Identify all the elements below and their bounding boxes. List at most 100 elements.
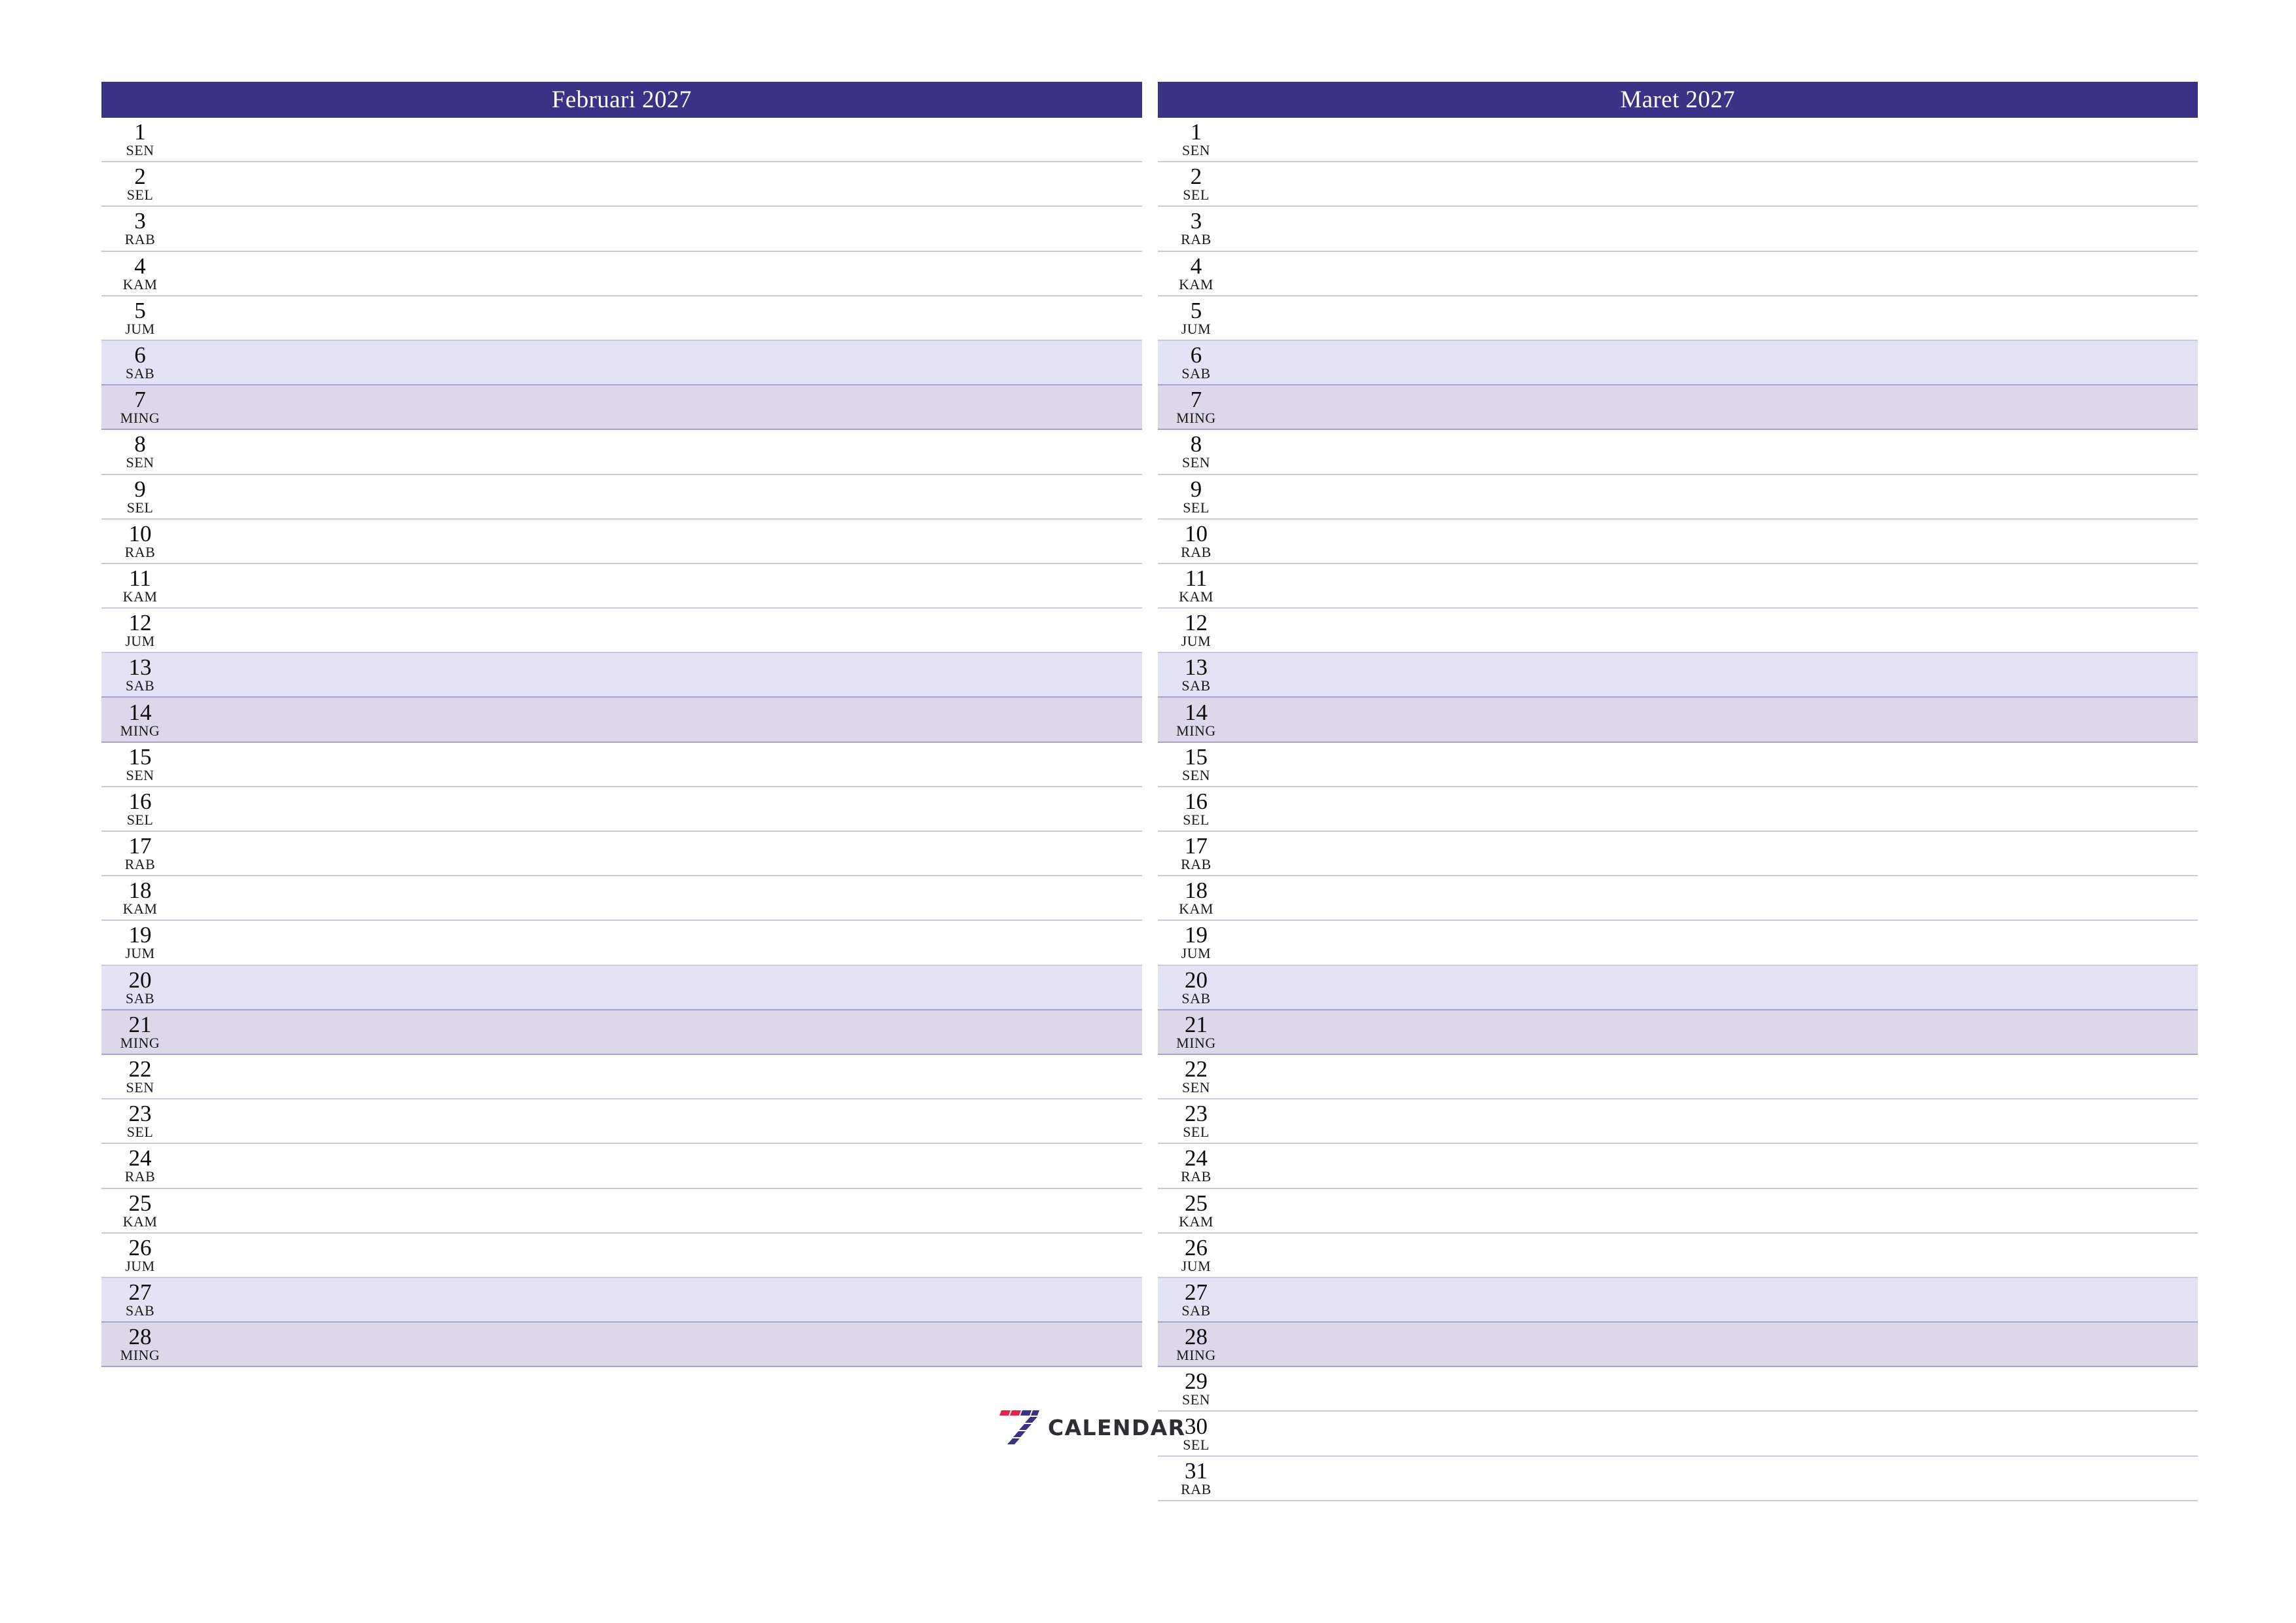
day-note-area[interactable] [179,341,1142,384]
day-note-area[interactable] [179,520,1142,563]
day-row[interactable]: 6 SAB [101,340,1142,386]
day-note-area[interactable] [179,296,1142,340]
day-note-area[interactable] [1235,966,2198,1009]
day-row[interactable]: 25 KAM [101,1188,1142,1234]
day-row[interactable]: 12 JUM [1157,609,2198,654]
day-row[interactable]: 1 SEN [101,118,1142,163]
day-note-area[interactable] [1235,252,2198,295]
day-note-area[interactable] [1235,876,2198,919]
day-note-area[interactable] [1235,296,2198,340]
day-row[interactable]: 31 RAB [1157,1456,2198,1501]
day-note-area[interactable] [179,921,1142,964]
day-note-area[interactable] [179,743,1142,786]
day-note-area[interactable] [179,207,1142,250]
day-row[interactable]: 13 SAB [101,653,1142,698]
day-note-area[interactable] [1235,787,2198,830]
day-note-area[interactable] [179,609,1142,652]
day-row[interactable]: 5 JUM [101,296,1142,341]
day-row[interactable]: 13 SAB [1157,653,2198,698]
day-note-area[interactable] [1235,385,2198,429]
day-note-area[interactable] [1235,564,2198,607]
day-note-area[interactable] [179,564,1142,607]
day-row[interactable]: 17 RAB [1157,832,2198,877]
day-note-area[interactable] [179,698,1142,741]
day-row[interactable]: 27 SAB [101,1277,1142,1323]
day-row[interactable]: 16 SEL [1157,787,2198,832]
day-row[interactable]: 2 SEL [101,162,1142,207]
day-note-area[interactable] [179,653,1142,696]
day-row[interactable]: 7 MING [101,385,1142,431]
day-note-area[interactable] [179,430,1142,473]
day-note-area[interactable] [1235,341,2198,384]
day-note-area[interactable] [1235,1412,2198,1455]
day-note-area[interactable] [1235,475,2198,518]
day-row[interactable]: 19 JUM [101,921,1142,966]
day-note-area[interactable] [1235,1234,2198,1277]
day-note-area[interactable] [1235,520,2198,563]
day-row[interactable]: 22 SEN [1157,1054,2198,1100]
day-note-area[interactable] [1235,162,2198,205]
day-note-area[interactable] [1235,1457,2198,1500]
day-note-area[interactable] [1235,1099,2198,1143]
day-row[interactable]: 1 SEN [1157,118,2198,163]
day-note-area[interactable] [1235,1010,2198,1054]
day-row[interactable]: 23 SEL [1157,1099,2198,1145]
day-row[interactable]: 17 RAB [101,832,1142,877]
day-row[interactable]: 15 SEN [101,742,1142,787]
day-note-area[interactable] [179,966,1142,1009]
day-row[interactable]: 4 KAM [101,251,1142,296]
day-note-area[interactable] [179,385,1142,429]
day-note-area[interactable] [179,475,1142,518]
day-row[interactable]: 26 JUM [1157,1233,2198,1278]
day-row[interactable]: 18 KAM [101,876,1142,921]
day-row[interactable]: 18 KAM [1157,876,2198,921]
day-row[interactable]: 3 RAB [101,207,1142,252]
day-row[interactable]: 14 MING [101,698,1142,743]
day-row[interactable]: 2 SEL [1157,162,2198,207]
day-row[interactable]: 8 SEN [1157,430,2198,475]
day-note-area[interactable] [1235,1367,2198,1410]
day-row[interactable]: 19 JUM [1157,921,2198,966]
day-row[interactable]: 10 RAB [101,519,1142,564]
day-note-area[interactable] [179,162,1142,205]
day-row[interactable]: 11 KAM [1157,563,2198,609]
day-note-area[interactable] [1235,1144,2198,1187]
day-row[interactable]: 24 RAB [101,1144,1142,1189]
day-note-area[interactable] [179,876,1142,919]
day-note-area[interactable] [179,1144,1142,1187]
day-note-area[interactable] [179,118,1142,161]
day-row[interactable]: 28 MING [1157,1323,2198,1368]
day-row[interactable]: 22 SEN [101,1054,1142,1100]
day-row[interactable]: 7 MING [1157,385,2198,431]
day-note-area[interactable] [179,1278,1142,1321]
day-note-area[interactable] [179,1055,1142,1098]
day-row[interactable]: 20 SAB [101,965,1142,1010]
day-note-area[interactable] [179,1234,1142,1277]
day-note-area[interactable] [179,832,1142,875]
day-note-area[interactable] [1235,832,2198,875]
day-row[interactable]: 28 MING [101,1323,1142,1368]
day-note-area[interactable] [179,1189,1142,1232]
day-row[interactable]: 6 SAB [1157,340,2198,386]
day-row[interactable]: 5 JUM [1157,296,2198,341]
day-note-area[interactable] [1235,921,2198,964]
day-row[interactable]: 11 KAM [101,563,1142,609]
day-note-area[interactable] [1235,1055,2198,1098]
day-note-area[interactable] [1235,1323,2198,1366]
day-row[interactable]: 21 MING [101,1010,1142,1055]
day-row[interactable]: 24 RAB [1157,1144,2198,1189]
day-row[interactable]: 25 KAM [1157,1188,2198,1234]
day-row[interactable]: 23 SEL [101,1099,1142,1145]
day-note-area[interactable] [1235,609,2198,652]
day-row[interactable]: 21 MING [1157,1010,2198,1055]
day-row[interactable]: 20 SAB [1157,965,2198,1010]
day-note-area[interactable] [1235,1278,2198,1321]
day-row[interactable]: 26 JUM [101,1233,1142,1278]
day-row[interactable]: 4 KAM [1157,251,2198,296]
day-note-area[interactable] [1235,653,2198,696]
day-note-area[interactable] [1235,118,2198,161]
day-row[interactable]: 15 SEN [1157,742,2198,787]
day-note-area[interactable] [1235,1189,2198,1232]
day-note-area[interactable] [179,1010,1142,1054]
day-row[interactable]: 9 SEL [101,474,1142,520]
